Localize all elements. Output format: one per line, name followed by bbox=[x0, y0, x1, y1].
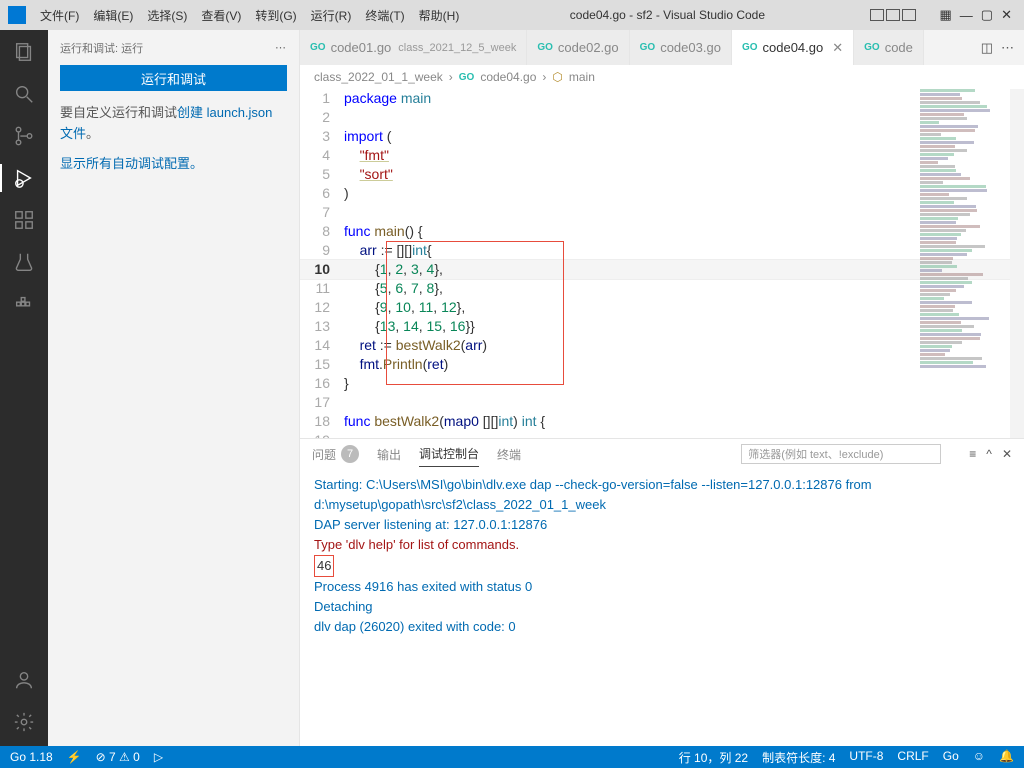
status-problems[interactable]: ⊘ 7 ⚠ 0 bbox=[96, 750, 140, 764]
menu-item[interactable]: 文件(F) bbox=[34, 3, 85, 28]
menu-item[interactable]: 编辑(E) bbox=[87, 3, 139, 28]
sidebar-panel: 运行和调试: 运行 ⋯ 运行和调试 要自定义运行和调试创建 launch.jso… bbox=[48, 30, 300, 746]
sidebar-custom-text: 要自定义运行和调试创建 launch.json 文件。 bbox=[48, 103, 299, 145]
editor-tab[interactable]: GOcode bbox=[854, 30, 924, 65]
run-debug-button[interactable]: 运行和调试 bbox=[60, 65, 287, 91]
panel-tab-output[interactable]: 输出 bbox=[377, 442, 401, 467]
editor-tab[interactable]: GOcode02.go bbox=[527, 30, 629, 65]
show-all-configs-link[interactable]: 显示所有自动调试配置。 bbox=[48, 145, 299, 180]
panel-close-icon[interactable]: ✕ bbox=[1002, 447, 1012, 461]
code-editor[interactable]: 1package main23import (4 "fmt"5 "sort"6)… bbox=[300, 89, 1024, 438]
editor-tab[interactable]: GOcode04.go✕ bbox=[732, 30, 854, 65]
panel-clear-icon[interactable]: ≡ bbox=[969, 447, 976, 461]
menu-item[interactable]: 选择(S) bbox=[141, 3, 193, 28]
status-bell-icon[interactable]: 🔔 bbox=[999, 749, 1014, 766]
tab-close-icon[interactable]: ✕ bbox=[832, 40, 843, 56]
split-editor-icon[interactable]: ◫ bbox=[981, 40, 993, 56]
vscode-icon bbox=[8, 6, 26, 24]
panel-tab-problems[interactable]: 问题7 bbox=[312, 441, 359, 467]
title-bar: 文件(F)编辑(E)选择(S)查看(V)转到(G)运行(R)终端(T)帮助(H)… bbox=[0, 0, 1024, 30]
editor-tab[interactable]: GOcode03.go bbox=[630, 30, 732, 65]
source-control-icon[interactable] bbox=[12, 124, 36, 148]
panel-tab-debug-console[interactable]: 调试控制台 bbox=[419, 441, 479, 467]
extensions-icon[interactable] bbox=[12, 208, 36, 232]
settings-gear-icon[interactable] bbox=[12, 710, 36, 734]
menu-item[interactable]: 转到(G) bbox=[249, 3, 302, 28]
breadcrumb[interactable]: class_2022_01_1_week› GOcode04.go› ⬡main bbox=[300, 65, 1024, 89]
panel-tab-terminal[interactable]: 终端 bbox=[497, 442, 521, 467]
editor-group: GOcode01.goclass_2021_12_5_weekGOcode02.… bbox=[300, 30, 1024, 746]
tab-bar: GOcode01.goclass_2021_12_5_weekGOcode02.… bbox=[300, 30, 1024, 65]
layout-grid-icon[interactable]: ▦ bbox=[940, 7, 952, 23]
activity-bar bbox=[0, 30, 48, 746]
menu-item[interactable]: 查看(V) bbox=[195, 3, 247, 28]
panel-collapse-icon[interactable]: ^ bbox=[986, 447, 992, 461]
window-controls: ▦ — ▢ ✕ bbox=[870, 7, 1024, 23]
sidebar-more-icon[interactable]: ⋯ bbox=[275, 41, 287, 54]
menu-bar: 文件(F)编辑(E)选择(S)查看(V)转到(G)运行(R)终端(T)帮助(H) bbox=[34, 3, 465, 28]
status-language[interactable]: Go bbox=[943, 749, 959, 766]
status-go-version[interactable]: Go 1.18 bbox=[10, 750, 53, 764]
editor-tab[interactable]: GOcode01.goclass_2021_12_5_week bbox=[300, 30, 527, 65]
minimap[interactable] bbox=[920, 89, 1010, 329]
window-title: code04.go - sf2 - Visual Studio Code bbox=[465, 8, 869, 22]
menu-item[interactable]: 帮助(H) bbox=[413, 3, 466, 28]
testing-icon[interactable] bbox=[12, 250, 36, 274]
explorer-icon[interactable] bbox=[12, 40, 36, 64]
status-line-col[interactable]: 行 10，列 22 bbox=[679, 749, 748, 766]
account-icon[interactable] bbox=[12, 668, 36, 692]
status-debug-icon[interactable]: ▷ bbox=[154, 750, 163, 764]
run-debug-icon[interactable] bbox=[12, 166, 36, 190]
status-encoding[interactable]: UTF-8 bbox=[849, 749, 883, 766]
panel-filter-input[interactable]: 筛选器(例如 text、!exclude) bbox=[741, 444, 941, 464]
status-tab-size[interactable]: 制表符长度: 4 bbox=[762, 749, 835, 766]
maximize-button[interactable]: ▢ bbox=[981, 7, 993, 23]
sidebar-title: 运行和调试: 运行 bbox=[60, 40, 143, 56]
status-feedback-icon[interactable]: ☺ bbox=[973, 749, 985, 766]
search-icon[interactable] bbox=[12, 82, 36, 106]
status-bar: Go 1.18 ⚡ ⊘ 7 ⚠ 0 ▷ 行 10，列 22 制表符长度: 4 U… bbox=[0, 746, 1024, 768]
bottom-panel: 问题7 输出 调试控制台 终端 筛选器(例如 text、!exclude) ≡ … bbox=[300, 438, 1024, 746]
vertical-scrollbar[interactable] bbox=[1010, 89, 1024, 438]
close-button[interactable]: ✕ bbox=[1001, 7, 1012, 23]
minimize-button[interactable]: — bbox=[960, 8, 973, 23]
debug-console-output[interactable]: Starting: C:\Users\MSI\go\bin\dlv.exe da… bbox=[300, 469, 1024, 746]
docker-icon[interactable] bbox=[12, 292, 36, 316]
menu-item[interactable]: 终端(T) bbox=[359, 3, 410, 28]
menu-item[interactable]: 运行(R) bbox=[305, 3, 358, 28]
layout-controls[interactable] bbox=[870, 9, 916, 21]
status-lightning-icon[interactable]: ⚡ bbox=[67, 750, 82, 764]
status-eol[interactable]: CRLF bbox=[897, 749, 928, 766]
tab-more-icon[interactable]: ⋯ bbox=[1001, 40, 1014, 56]
